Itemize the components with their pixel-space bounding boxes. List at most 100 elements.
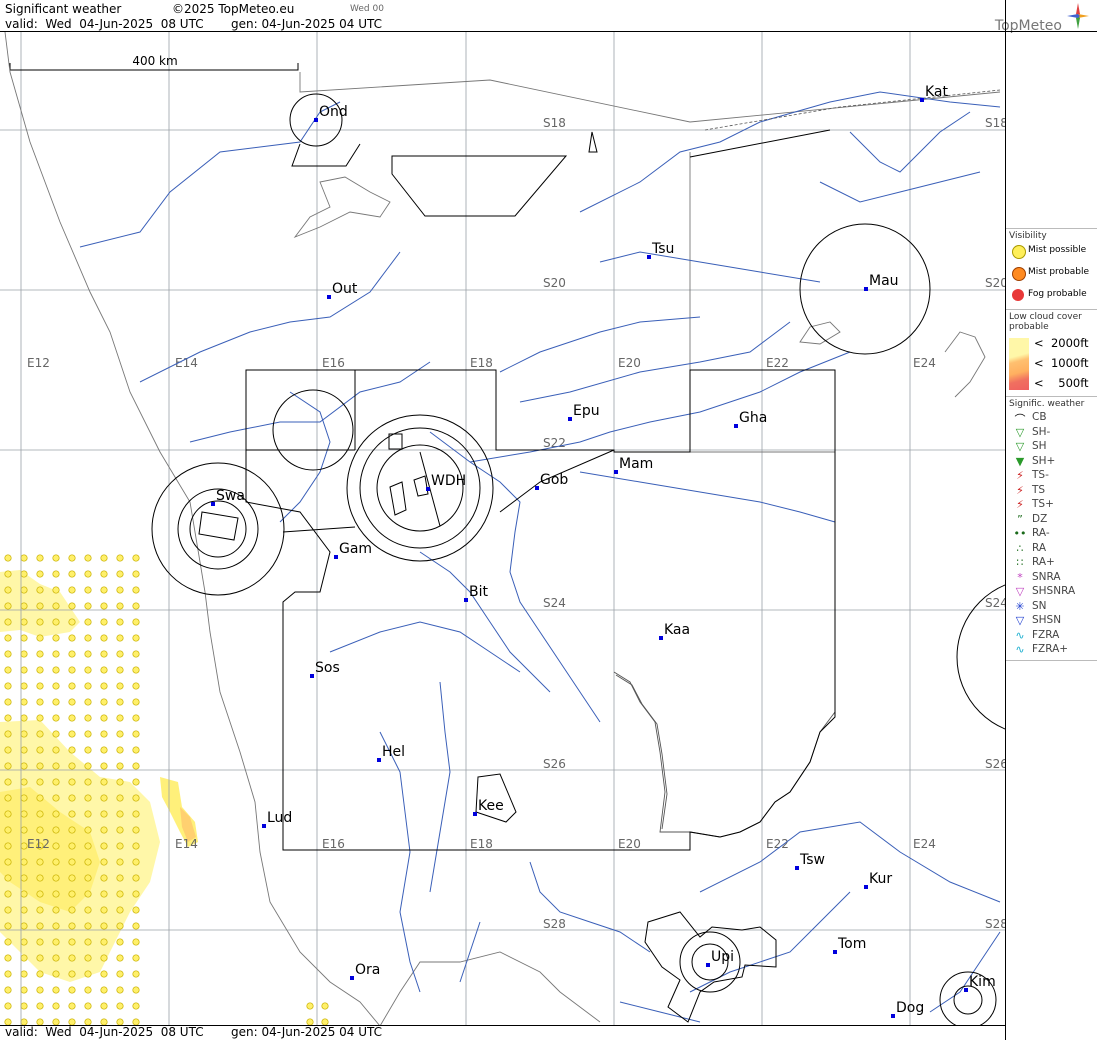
mist-dot	[100, 874, 108, 882]
mist-dot	[20, 698, 28, 706]
mist-dot	[52, 714, 60, 722]
mist-dot	[4, 986, 12, 994]
mist-dot	[52, 730, 60, 738]
mist-dot	[4, 1002, 12, 1010]
legend-item: ⚡ TS	[1006, 484, 1097, 499]
legend-label: SHSNRA	[1032, 585, 1076, 597]
mist-dot	[116, 874, 124, 882]
mist-dot	[132, 682, 140, 690]
place-marker: WDH	[426, 473, 466, 491]
mist-dot	[100, 906, 108, 914]
mist-dot	[68, 826, 76, 834]
thunderstorm-light-icon: ⚡	[1016, 469, 1024, 482]
lat-label: S18	[985, 116, 1005, 130]
lon-label: E14	[175, 837, 198, 851]
mist-dot	[4, 634, 12, 642]
mist-dot	[321, 1002, 329, 1010]
place-marker: Gha	[734, 410, 767, 428]
snow-rain-icon: *	[1017, 570, 1023, 584]
sigwx-legend: ⌒ CB ▽ SH- ▽ SH ▼ SH+ ⚡ TS- ⚡ TS ⚡ TS+” DZ •• RA- ∴ RA ∷ RA+…	[1006, 411, 1097, 658]
brand-logo: TopMeteo	[995, 3, 1089, 34]
mist-dot	[68, 842, 76, 850]
mist-dot	[132, 602, 140, 610]
mist-dot	[68, 746, 76, 754]
place-label: Tsw	[799, 852, 825, 868]
mist-dot	[132, 650, 140, 658]
mist-dot	[52, 634, 60, 642]
lat-label: S20	[543, 276, 566, 290]
mist-dot	[68, 954, 76, 962]
mist-dot	[52, 954, 60, 962]
mist-dot	[100, 602, 108, 610]
mist-dot	[100, 938, 108, 946]
place-label: Kee	[478, 798, 504, 814]
legend: Visibility Mist possible Mist probable F…	[1006, 228, 1097, 661]
place-dot	[647, 255, 651, 259]
mist-dot	[116, 698, 124, 706]
mist-dot	[100, 554, 108, 562]
mist-dot	[68, 618, 76, 626]
mist-dot	[116, 826, 124, 834]
mist-dot	[100, 746, 108, 754]
mist-dot	[132, 730, 140, 738]
lon-label: E24	[913, 837, 936, 851]
mist-dot	[306, 1002, 314, 1010]
place-marker: Out	[327, 281, 358, 299]
scale-label: 400 km	[132, 54, 177, 68]
mist-dot	[36, 778, 44, 786]
mist-dot	[100, 698, 108, 706]
mist-dot	[68, 986, 76, 994]
mist-dot	[4, 746, 12, 754]
legend-item: ▼ SH+	[1006, 455, 1097, 470]
mist-dot	[4, 922, 12, 930]
legend-label: RA-	[1032, 527, 1050, 539]
mist-dot	[84, 1002, 92, 1010]
cloud-title: Low cloud cover probable	[1006, 309, 1097, 334]
mist-dot	[100, 618, 108, 626]
mist-dot	[68, 858, 76, 866]
mist-dot	[84, 746, 92, 754]
mist-dot	[84, 570, 92, 578]
mist-probable-icon	[1012, 267, 1026, 281]
mist-dot	[36, 762, 44, 770]
legend-label: DZ	[1032, 512, 1048, 525]
mist-dot	[132, 554, 140, 562]
mist-dot	[20, 778, 28, 786]
legend-item: ✳ SN	[1006, 600, 1097, 615]
lat-label: S18	[543, 116, 566, 130]
place-dot	[614, 470, 618, 474]
mist-dot	[132, 938, 140, 946]
snow-rain-shower-icon: ▽	[1015, 585, 1025, 598]
mist-dot	[132, 618, 140, 626]
mist-dot	[52, 826, 60, 834]
mist-dot	[100, 970, 108, 978]
mist-dot	[52, 874, 60, 882]
mist-dot	[20, 650, 28, 658]
mist-dot	[52, 778, 60, 786]
mist-dot	[68, 874, 76, 882]
lon-label: E16	[322, 837, 345, 851]
mist-dot	[36, 602, 44, 610]
mist-dot	[4, 698, 12, 706]
mist-dot	[20, 666, 28, 674]
place-label: Gha	[739, 410, 767, 426]
mist-dot	[36, 650, 44, 658]
mist-dot	[4, 650, 12, 658]
place-marker: Kim	[964, 974, 996, 992]
mist-dot	[52, 698, 60, 706]
mist-dot	[68, 810, 76, 818]
mist-dot	[4, 554, 12, 562]
mist-dot	[36, 938, 44, 946]
place-marker: Kaa	[659, 622, 690, 640]
place-dot	[350, 976, 354, 980]
mist-dot	[100, 1002, 108, 1010]
mist-dot	[68, 970, 76, 978]
mist-dot	[84, 618, 92, 626]
place-label: Dog	[896, 1000, 924, 1016]
weather-map[interactable]: E12 E14 E16 E18 E20 E22 E24 E12 E14 E16 …	[0, 32, 1005, 1026]
mist-dot	[84, 922, 92, 930]
mist-dot	[4, 874, 12, 882]
lon-label: E18	[470, 356, 493, 370]
cloud-label: < 500ft	[1034, 376, 1089, 390]
visibility-label: Fog probable	[1028, 289, 1087, 299]
